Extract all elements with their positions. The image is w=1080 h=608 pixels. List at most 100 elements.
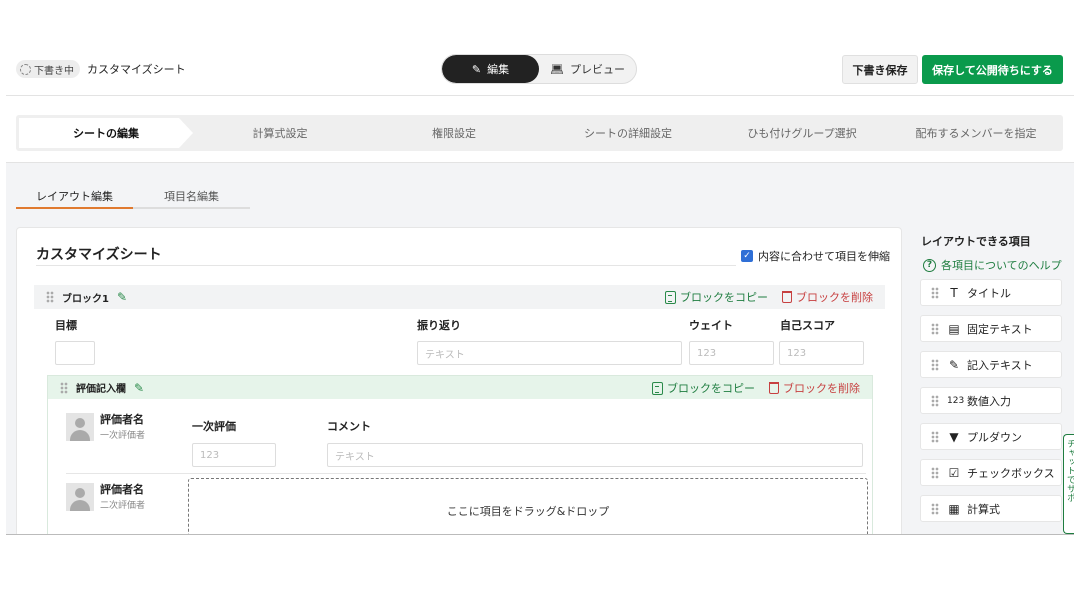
column-header-self-score: 自己スコア <box>780 319 835 332</box>
draft-status-icon <box>20 63 31 75</box>
evaluation-copy-label: ブロックをコピー <box>667 382 755 395</box>
evaluation-block: 評価記入欄 ✎ ブロックをコピー ブロックを削除 評価者名 一次評価者 一次評価… <box>47 375 873 534</box>
column-header-weight: ウェイト <box>689 319 733 332</box>
step-sheet-details[interactable]: シートの詳細設定 <box>541 115 715 151</box>
evaluation-delete-label: ブロックを削除 <box>783 382 860 395</box>
drag-handle-icon[interactable] <box>931 394 939 407</box>
draft-status-label: 下書き中 <box>34 65 74 77</box>
goal-input[interactable] <box>55 341 95 365</box>
sheet-name: カスタマイズシート <box>87 63 186 76</box>
mode-toggle: ✎ 編集 💻︎ プレビュー <box>441 54 637 84</box>
first-eval-score-input[interactable]: 123 <box>192 443 276 467</box>
step-formula-settings[interactable]: 計算式設定 <box>193 115 367 151</box>
edit-block-name-icon[interactable]: ✎ <box>134 381 144 395</box>
palette-item-title[interactable]: T タイトル <box>920 279 1062 306</box>
fit-content-checkbox[interactable]: ✓ 内容に合わせて項目を伸縮 <box>741 248 890 264</box>
drag-handle-icon[interactable] <box>931 502 939 515</box>
drag-handle-icon[interactable] <box>46 291 54 303</box>
dropdown-icon: ▼ <box>949 429 959 444</box>
sheet-title[interactable]: カスタマイズシート <box>36 244 736 266</box>
step-distribute-members[interactable]: 配布するメンバーを指定 <box>889 115 1063 151</box>
drag-handle-icon[interactable] <box>931 358 939 371</box>
first-eval-header: 一次評価 <box>192 420 236 433</box>
tab-item-name-edit[interactable]: 項目名編集 <box>133 185 250 207</box>
palette-item-label: 固定テキスト <box>967 322 1033 336</box>
evaluation-delete-button[interactable]: ブロックを削除 <box>769 380 860 396</box>
step-permission-settings[interactable]: 権限設定 <box>367 115 541 151</box>
palette-item-fixed-text[interactable]: ▤ 固定テキスト <box>920 315 1062 342</box>
evaluator-role: 二次評価者 <box>100 501 146 511</box>
layout-items-panel: レイアウトできる項目 ? 各項目についてのヘルプ T タイトル ▤ 固定テキスト… <box>920 227 1070 534</box>
save-draft-button[interactable]: 下書き保存 <box>842 55 918 84</box>
chat-support-tab[interactable]: チャットでサポ <box>1063 434 1074 534</box>
laptop-icon: 💻︎ <box>550 62 564 76</box>
preview-mode-label: プレビュー <box>569 63 625 76</box>
edit-block-name-icon[interactable]: ✎ <box>117 290 127 304</box>
edit-mode-button[interactable]: ✎ 編集 <box>442 55 539 83</box>
palette-item-label: 計算式 <box>967 502 1000 516</box>
weight-input[interactable]: 123 <box>689 341 774 365</box>
edit-mode-label: 編集 <box>487 63 510 76</box>
drag-handle-icon[interactable] <box>931 322 939 335</box>
calculator-icon: ▦ <box>948 501 960 516</box>
preview-mode-button[interactable]: 💻︎ プレビュー <box>539 55 636 83</box>
evaluator-name: 評価者名 <box>100 413 144 426</box>
app-window: 下書き中 カスタマイズシート ✎ 編集 💻︎ プレビュー 下書き保存 保存して公… <box>6 40 1074 535</box>
drag-handle-icon[interactable] <box>60 381 68 394</box>
title-icon: T <box>950 285 958 300</box>
avatar <box>66 483 94 511</box>
evaluator-name: 評価者名 <box>100 483 144 496</box>
evaluation-copy-button[interactable]: ブロックをコピー <box>652 380 755 396</box>
number-icon: 123 <box>947 395 965 406</box>
self-score-input[interactable]: 123 <box>779 341 864 365</box>
palette-item-label: タイトル <box>967 286 1011 300</box>
block1-delete-button[interactable]: ブロックを削除 <box>782 289 873 305</box>
drag-handle-icon[interactable] <box>931 430 939 443</box>
help-link[interactable]: ? 各項目についてのヘルプ <box>923 257 1062 273</box>
palette-item-label: プルダウン <box>967 430 1022 444</box>
drop-zone[interactable]: ここに項目をドラッグ&ドロップ <box>188 478 868 534</box>
comment-input[interactable]: テキスト <box>327 443 863 467</box>
review-input[interactable]: テキスト <box>417 341 682 365</box>
tab-layout-edit[interactable]: レイアウト編集 <box>16 185 133 209</box>
evaluation-block-header: 評価記入欄 ✎ ブロックをコピー ブロックを削除 <box>48 376 872 399</box>
sheet-canvas: カスタマイズシート ✓ 内容に合わせて項目を伸縮 ブロック1 ✎ ブロックをコピ… <box>16 227 902 534</box>
drag-handle-icon[interactable] <box>931 466 939 479</box>
pencil-icon: ✎ <box>471 62 482 76</box>
drag-handle-icon[interactable] <box>931 286 939 299</box>
checkbox-icon: ☑ <box>948 465 960 480</box>
fixed-text-icon: ▤ <box>948 321 960 336</box>
help-icon: ? <box>923 258 936 272</box>
evaluator-row-1: 評価者名 一次評価者 一次評価 コメント 123 テキスト <box>66 413 866 473</box>
step-group-selection[interactable]: ひも付けグループ選択 <box>715 115 889 151</box>
fit-content-label: 内容に合わせて項目を伸縮 <box>758 250 890 263</box>
block1-header: ブロック1 ✎ ブロックをコピー ブロックを削除 <box>34 285 885 309</box>
copy-icon <box>665 290 676 304</box>
help-label: 各項目についてのヘルプ <box>941 259 1062 272</box>
checkbox-checked-icon: ✓ <box>741 250 753 262</box>
palette-item-calculator[interactable]: ▦ 計算式 <box>920 495 1062 522</box>
palette-item-label: 記入テキスト <box>967 358 1033 372</box>
block1-actions: ブロックをコピー ブロックを削除 <box>665 285 873 309</box>
palette-item-input-text[interactable]: ✎ 記入テキスト <box>920 351 1062 378</box>
evaluation-block-actions: ブロックをコピー ブロックを削除 <box>652 376 860 400</box>
save-publish-button[interactable]: 保存して公開待ちにする <box>922 55 1063 84</box>
comment-header: コメント <box>327 420 371 433</box>
trash-icon <box>769 382 779 394</box>
palette-item-label: チェックボックス <box>967 466 1055 480</box>
evaluation-block-name: 評価記入欄 <box>76 384 126 395</box>
palette-item-number[interactable]: 123 数値入力 <box>920 387 1062 414</box>
palette-item-checkbox[interactable]: ☑ チェックボックス <box>920 459 1062 486</box>
block1-delete-label: ブロックを削除 <box>796 291 873 304</box>
draft-status-badge: 下書き中 <box>16 60 80 78</box>
top-bar: 下書き中 カスタマイズシート ✎ 編集 💻︎ プレビュー 下書き保存 保存して公… <box>6 40 1074 96</box>
step-sheet-edit[interactable]: シートの編集 <box>19 118 193 148</box>
work-area: レイアウト編集 項目名編集 カスタマイズシート ✓ 内容に合わせて項目を伸縮 ブ… <box>6 162 1074 534</box>
row-divider <box>66 473 866 474</box>
column-header-review: 振り返り <box>417 319 461 332</box>
block1-copy-button[interactable]: ブロックをコピー <box>665 289 768 305</box>
step-navigation: シートの編集 計算式設定 権限設定 シートの詳細設定 ひも付けグループ選択 配布… <box>16 115 1063 151</box>
palette-item-dropdown[interactable]: ▼ プルダウン <box>920 423 1062 450</box>
input-text-icon: ✎ <box>948 357 960 372</box>
block1-copy-label: ブロックをコピー <box>680 291 768 304</box>
